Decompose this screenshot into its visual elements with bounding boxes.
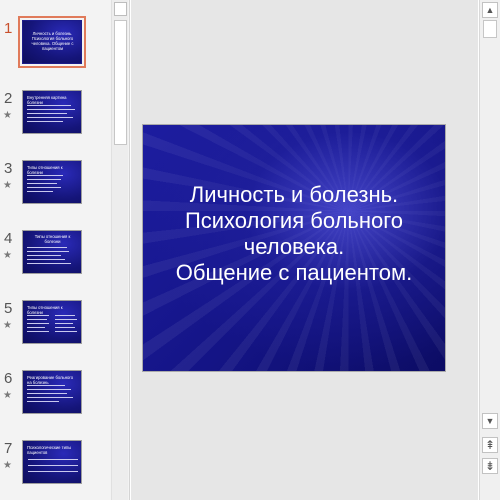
current-slide[interactable]: Личность и болезнь. Психология больного … (142, 124, 446, 372)
next-slide-icon[interactable]: ⇟ (482, 458, 498, 474)
thumbnail-title: Типы отношения к болезни (34, 234, 71, 244)
thumbnail-scroll-thumb[interactable] (114, 20, 127, 145)
animation-star-icon: ★ (3, 180, 12, 191)
scroll-down-icon[interactable]: ▼ (482, 413, 498, 429)
thumbnail-title: Реагирование больного на болезнь (27, 375, 74, 385)
animation-star-icon: ★ (3, 250, 12, 261)
thumbnail-scroll-up-button[interactable] (114, 2, 127, 16)
slide-number: 4 (4, 230, 13, 247)
animation-star-icon: ★ (3, 460, 12, 471)
thumbnail-title: Психологические типы пациентов (27, 445, 72, 455)
scroll-up-icon[interactable]: ▲ (482, 2, 498, 18)
slide-thumbnail-2[interactable]: Внутренняя картина болезни (22, 90, 82, 134)
thumbnail-scrollbar[interactable] (111, 0, 128, 500)
slide-scrollbar[interactable]: ▲ ▼ ⇞ ⇟ (479, 0, 500, 500)
slide-title-line: Общение с пациентом. (175, 260, 413, 285)
slide-title-line: Личность и болезнь. (189, 182, 399, 207)
slide-editing-area: Личность и болезнь. Психология больного … (131, 0, 478, 500)
animation-star-icon: ★ (3, 320, 12, 331)
slide-thumbnail-6[interactable]: Реагирование больного на болезнь (22, 370, 82, 414)
animation-star-icon: ★ (3, 390, 12, 401)
slide-title-line: человека. (243, 234, 345, 259)
slide-number: 7 (4, 440, 13, 457)
animation-star-icon: ★ (3, 110, 12, 121)
thumbnail-row-4[interactable]: 4 ★ Типы отношения к болезни (0, 230, 110, 290)
slide-thumbnail-pane: 1 Личность и болезнь. Психология больног… (0, 0, 130, 500)
thumbnail-row-2[interactable]: 2 ★ Внутренняя картина болезни (0, 90, 110, 150)
thumbnail-title: Типы отношения к болезни (27, 165, 63, 175)
slide-number: 5 (4, 300, 13, 317)
slide-thumbnail-7[interactable]: Психологические типы пациентов (22, 440, 82, 484)
slide-thumbnail-3[interactable]: Типы отношения к болезни (22, 160, 82, 204)
previous-slide-icon[interactable]: ⇞ (482, 437, 498, 453)
slide-title[interactable]: Личность и болезнь. Психология больного … (143, 182, 445, 286)
slide-thumbnail-5[interactable]: Типы отношения к болезни (22, 300, 82, 344)
slide-title-line: Психология больного (184, 208, 404, 233)
slide-thumbnail-1[interactable]: Личность и болезнь. Психология больного … (18, 16, 86, 68)
thumbnail-title: Личность и болезнь. Психология больного … (31, 31, 74, 51)
slide-number: 2 (4, 90, 13, 107)
thumbnail-title: Внутренняя картина болезни (27, 95, 67, 105)
thumbnail-title: Типы отношения к болезни (27, 305, 63, 315)
slide-scroll-thumb[interactable] (483, 20, 497, 38)
thumbnail-row-6[interactable]: 6 ★ Реагирование больного на болезнь (0, 370, 110, 430)
thumbnail-row-3[interactable]: 3 ★ Типы отношения к болезни (0, 160, 110, 220)
slide-number: 3 (4, 160, 13, 177)
thumbnail-row-7[interactable]: 7 ★ Психологические типы пациентов (0, 440, 110, 500)
slide-number: 6 (4, 370, 13, 387)
thumbnail-row-5[interactable]: 5 ★ Типы отношения к болезни (0, 300, 110, 360)
thumbnail-row-1[interactable]: 1 Личность и болезнь. Психология больног… (0, 16, 110, 80)
slide-number: 1 (4, 20, 13, 37)
powerpoint-window: 1 Личность и болезнь. Психология больног… (0, 0, 500, 500)
slide-thumbnail-4[interactable]: Типы отношения к болезни (22, 230, 82, 274)
